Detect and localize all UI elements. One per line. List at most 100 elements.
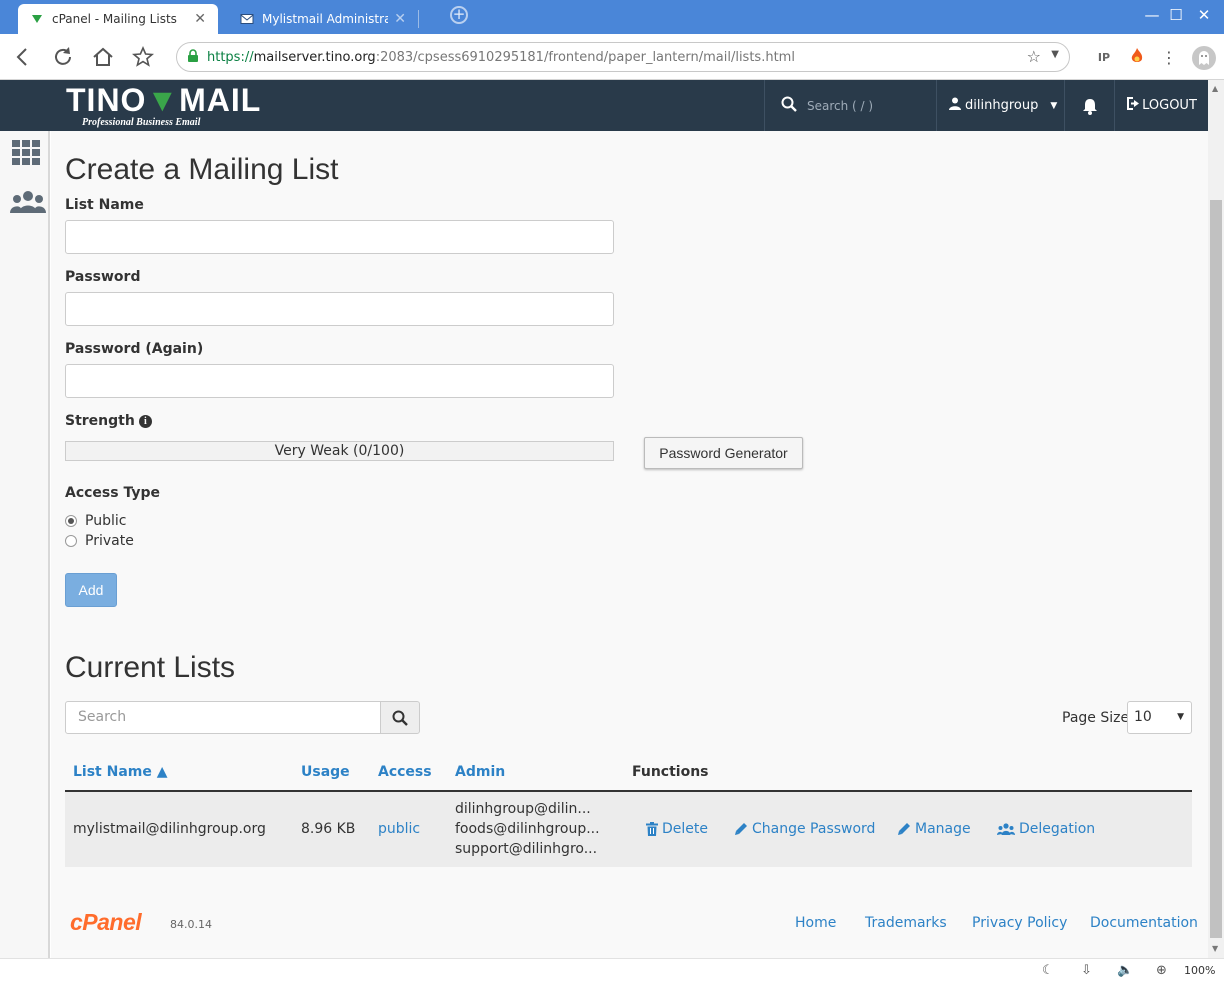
pencil-icon xyxy=(898,823,910,835)
list-name-input[interactable] xyxy=(65,220,614,254)
zoom-level: 100% xyxy=(1184,964,1216,977)
footer-link-documentation[interactable]: Documentation xyxy=(1090,915,1198,931)
zoom-icon[interactable]: ⊕ xyxy=(1156,963,1167,978)
brand-part2: MAIL xyxy=(179,82,262,118)
apps-grid-icon[interactable] xyxy=(10,139,42,169)
scrollbar-thumb[interactable] xyxy=(1210,200,1222,938)
bookmark-star-icon[interactable] xyxy=(130,44,156,70)
radio-private[interactable] xyxy=(65,535,77,547)
radio-public[interactable] xyxy=(65,515,77,527)
close-window-icon[interactable]: ✕ xyxy=(1190,6,1218,24)
strength-value: Very Weak (0/100) xyxy=(274,443,405,459)
tinomail-logo[interactable]: TINO▼MAIL Professional Business Email xyxy=(66,84,261,128)
tab-label: Mylistmail Administration xyxy=(262,12,389,26)
lists-search-button[interactable] xyxy=(380,701,420,734)
ip-extension-icon[interactable]: IP xyxy=(1093,47,1115,69)
password-again-input[interactable] xyxy=(65,364,614,398)
search-icon xyxy=(781,96,797,116)
cpanel-header: TINO▼MAIL Professional Business Email Se… xyxy=(0,80,1208,131)
vertical-scrollbar[interactable]: ▲ ▼ xyxy=(1208,80,1224,958)
info-icon[interactable]: i xyxy=(138,415,152,428)
logout-button[interactable]: LOGOUT xyxy=(1114,80,1208,131)
profile-avatar-icon[interactable] xyxy=(1192,46,1216,70)
download-icon[interactable]: ⇩ xyxy=(1081,963,1092,978)
trash-icon xyxy=(646,822,658,836)
scroll-down-icon[interactable]: ▼ xyxy=(1212,944,1218,953)
browser-toolbar: https://mailserver.tino.org:2083/cpsess6… xyxy=(0,34,1224,80)
change-password-link[interactable]: Change Password xyxy=(734,821,875,837)
cell-access-link[interactable]: public xyxy=(378,821,420,837)
cell-admin-3: support@dilinhgro... xyxy=(455,841,598,857)
volume-icon[interactable]: 🔈 xyxy=(1117,963,1133,978)
strength-label: Strength xyxy=(65,413,135,429)
fire-extension-icon[interactable] xyxy=(1126,47,1148,69)
bookmark-page-icon[interactable]: ☆ xyxy=(1027,47,1041,66)
page-title: Create a Mailing List xyxy=(65,153,339,186)
column-header-access[interactable]: Access xyxy=(378,764,432,780)
access-type-label: Access Type xyxy=(65,485,160,501)
url-protocol: https:// xyxy=(207,49,254,65)
close-tab-icon[interactable]: ✕ xyxy=(194,11,206,27)
cell-admin-1: dilinhgroup@dilin... xyxy=(455,801,591,817)
add-button[interactable]: Add xyxy=(65,573,117,607)
delegation-link[interactable]: Delegation xyxy=(997,821,1095,837)
list-name-label: List Name xyxy=(65,197,144,213)
cell-list-name: mylistmail@dilinhgroup.org xyxy=(73,821,266,837)
browser-tab-bar: cPanel - Mailing Lists ✕ Mylistmail Admi… xyxy=(0,0,1224,34)
password-input[interactable] xyxy=(65,292,614,326)
manage-link[interactable]: Manage xyxy=(897,821,971,837)
back-icon[interactable] xyxy=(10,44,36,70)
column-header-admin[interactable]: Admin xyxy=(455,764,505,780)
column-header-list-name[interactable]: List Name ▲ xyxy=(73,764,168,780)
tab-cpanel-mailing-lists[interactable]: cPanel - Mailing Lists ✕ xyxy=(18,4,218,34)
maximize-window-icon[interactable]: ☐ xyxy=(1162,6,1190,24)
column-header-functions: Functions xyxy=(632,764,709,780)
cell-admin-2: foods@dilinhgroup... xyxy=(455,821,600,837)
user-menu[interactable]: dilinhgroup ▼ xyxy=(936,80,1064,131)
notifications-bell-icon[interactable] xyxy=(1064,80,1114,131)
search-icon xyxy=(392,710,408,726)
lock-icon xyxy=(187,48,199,66)
menu-dots-icon[interactable]: ⋮ xyxy=(1158,47,1180,69)
column-header-usage[interactable]: Usage xyxy=(301,764,350,780)
users-icon xyxy=(997,823,1015,835)
strength-label-row: Strength i xyxy=(65,413,152,429)
lists-search-placeholder: Search xyxy=(78,709,127,725)
users-group-icon[interactable] xyxy=(10,189,46,219)
home-icon[interactable] xyxy=(90,44,116,70)
current-lists-title: Current Lists xyxy=(65,651,236,684)
password-generator-button[interactable]: Password Generator xyxy=(644,437,803,469)
footer-link-privacy-policy[interactable]: Privacy Policy xyxy=(972,915,1067,931)
close-tab-icon[interactable]: ✕ xyxy=(394,11,406,27)
cpanel-logo[interactable]: cPanel xyxy=(70,909,142,936)
lists-search-input[interactable]: Search xyxy=(65,701,381,734)
access-private-option[interactable]: Private xyxy=(65,533,134,549)
sidebar xyxy=(0,131,50,958)
new-tab-icon[interactable]: + xyxy=(450,6,468,24)
delegation-label: Delegation xyxy=(1019,821,1096,837)
caret-down-icon: ▼ xyxy=(1050,100,1058,111)
page-size-value: 10 xyxy=(1134,709,1152,725)
chevron-down-icon[interactable]: ▼ xyxy=(1051,49,1059,60)
scroll-up-icon[interactable]: ▲ xyxy=(1212,84,1218,93)
url-path: :2083/cpsess6910295181/frontend/paper_la… xyxy=(375,49,795,65)
logout-icon xyxy=(1126,97,1140,114)
dropdown-arrow-icon: ▼ xyxy=(1177,712,1184,722)
page-size-select[interactable]: 10 ▼ xyxy=(1127,701,1192,734)
footer-link-home[interactable]: Home xyxy=(795,915,836,931)
footer-link-trademarks[interactable]: Trademarks xyxy=(865,915,947,931)
access-private-label: Private xyxy=(85,533,134,549)
header-search[interactable]: Search ( / ) xyxy=(764,80,936,131)
delete-link[interactable]: Delete xyxy=(646,821,708,837)
access-public-option[interactable]: Public xyxy=(65,513,126,529)
url-host: mailserver.tino.org xyxy=(253,49,376,65)
pencil-icon xyxy=(735,823,747,835)
brand-part1: TINO xyxy=(66,82,147,118)
cpanel-version: 84.0.14 xyxy=(170,918,212,931)
password-again-label: Password (Again) xyxy=(65,341,204,357)
address-bar[interactable]: https://mailserver.tino.org:2083/cpsess6… xyxy=(176,42,1070,72)
reload-icon[interactable] xyxy=(50,44,76,70)
night-mode-moon-icon[interactable]: ☾ xyxy=(1042,963,1054,978)
access-public-label: Public xyxy=(85,513,127,529)
tab-mylistmail-administration[interactable]: Mylistmail Administration ✕ xyxy=(228,4,418,34)
